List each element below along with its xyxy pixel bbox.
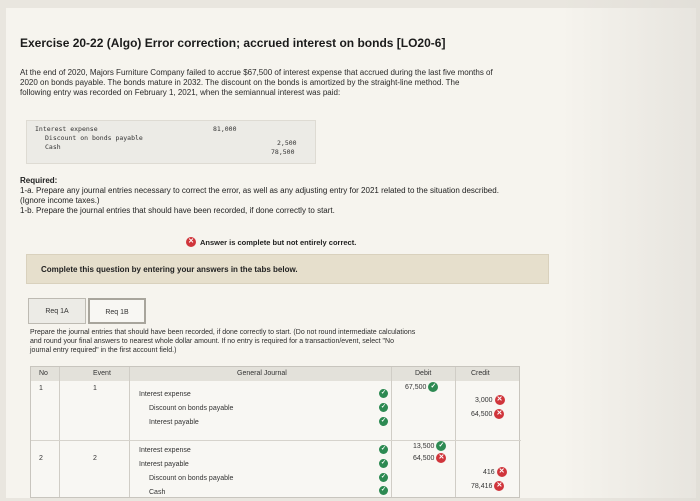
correct-check-icon: ✓	[379, 486, 388, 495]
complete-question-box: Complete this question by entering your …	[26, 254, 549, 284]
credit-field[interactable]: 3,000 ✕	[475, 395, 505, 405]
intro-line: 2020 on bonds payable. The bonds mature …	[20, 78, 460, 87]
required-section: Required: 1-a. Prepare any journal entri…	[20, 176, 620, 216]
header-credit: Credit	[471, 370, 490, 377]
original-entry-box: Interest expense 81,000 Discount on bond…	[26, 120, 316, 164]
instruction-line: Prepare the journal entries that should …	[30, 329, 416, 336]
instructions: Prepare the journal entries that should …	[30, 328, 550, 355]
correct-check-icon: ✓	[379, 389, 388, 398]
correct-check-icon: ✓	[436, 441, 447, 451]
tab-req-1b[interactable]: Req 1B	[88, 298, 146, 324]
incorrect-icon: ✕	[494, 481, 505, 491]
correct-check-icon: ✓	[379, 459, 388, 468]
required-line: 1-b. Prepare the journal entries that sh…	[20, 206, 335, 215]
incorrect-icon: ✕	[494, 395, 505, 405]
exercise-page: Exercise 20-22 (Algo) Error correction; …	[6, 8, 696, 498]
account-field[interactable]: Cash	[149, 489, 165, 496]
orig-credit: 2,500	[277, 139, 297, 147]
exercise-intro: At the end of 2020, Majors Furniture Com…	[20, 68, 600, 98]
credit-field[interactable]: 78,416 ✕	[471, 481, 505, 491]
instruction-line: and round your final answers to nearest …	[30, 338, 394, 345]
entry-event: 2	[93, 455, 97, 462]
instruction-line: journal entry required" in the first acc…	[30, 347, 177, 354]
correct-check-icon: ✓	[379, 417, 388, 426]
orig-debit: 81,000	[213, 125, 237, 133]
orig-credit: 78,500	[271, 148, 295, 156]
header-event: Event	[93, 370, 111, 377]
debit-field[interactable]: 13,500 ✓	[413, 441, 447, 451]
requirement-tabs: Req 1A Req 1B	[28, 298, 146, 324]
incorrect-icon: ✕	[436, 453, 447, 463]
correct-check-icon: ✓	[428, 382, 439, 392]
account-field[interactable]: Discount on bonds payable	[149, 475, 233, 482]
header-no: No	[39, 370, 48, 377]
incorrect-icon: ✕	[186, 237, 196, 247]
required-line: 1-a. Prepare any journal entries necessa…	[20, 186, 499, 195]
required-line: (Ignore income taxes.)	[20, 196, 100, 205]
orig-account: Interest expense	[35, 125, 98, 133]
header-debit: Debit	[415, 370, 432, 377]
banner-text: Answer is complete but not entirely corr…	[200, 237, 357, 247]
credit-field[interactable]: 416 ✕	[483, 467, 507, 477]
incorrect-icon: ✕	[496, 467, 507, 477]
journal-header: No Event General Journal Debit Credit	[31, 367, 519, 381]
entry-no: 2	[39, 455, 43, 462]
journal-table: No Event General Journal Debit Credit 1 …	[30, 366, 521, 498]
debit-field[interactable]: 64,500 ✕	[413, 453, 447, 463]
account-field[interactable]: Interest payable	[139, 461, 189, 468]
header-general-journal: General Journal	[237, 370, 287, 377]
entry-event: 1	[93, 385, 97, 392]
account-field[interactable]: Interest expense	[139, 447, 191, 454]
tab-req-1a[interactable]: Req 1A	[28, 298, 86, 324]
entry-no: 1	[39, 385, 43, 392]
correct-check-icon: ✓	[379, 403, 388, 412]
orig-account: Discount on bonds payable	[45, 134, 143, 142]
required-heading: Required:	[20, 176, 58, 185]
intro-line: following entry was recorded on February…	[20, 88, 341, 97]
correct-check-icon: ✓	[379, 473, 388, 482]
answer-status-banner: ✕ Answer is complete but not entirely co…	[186, 237, 356, 247]
account-field[interactable]: Interest expense	[139, 391, 191, 398]
incorrect-icon: ✕	[494, 409, 505, 419]
exercise-title: Exercise 20-22 (Algo) Error correction; …	[20, 36, 446, 50]
credit-field[interactable]: 64,500 ✕	[471, 409, 505, 419]
account-field[interactable]: Discount on bonds payable	[149, 405, 233, 412]
intro-line: At the end of 2020, Majors Furniture Com…	[20, 68, 493, 77]
correct-check-icon: ✓	[379, 445, 388, 454]
orig-account: Cash	[45, 143, 61, 151]
account-field[interactable]: Interest payable	[149, 419, 199, 426]
debit-field[interactable]: 67,500 ✓	[405, 382, 439, 392]
